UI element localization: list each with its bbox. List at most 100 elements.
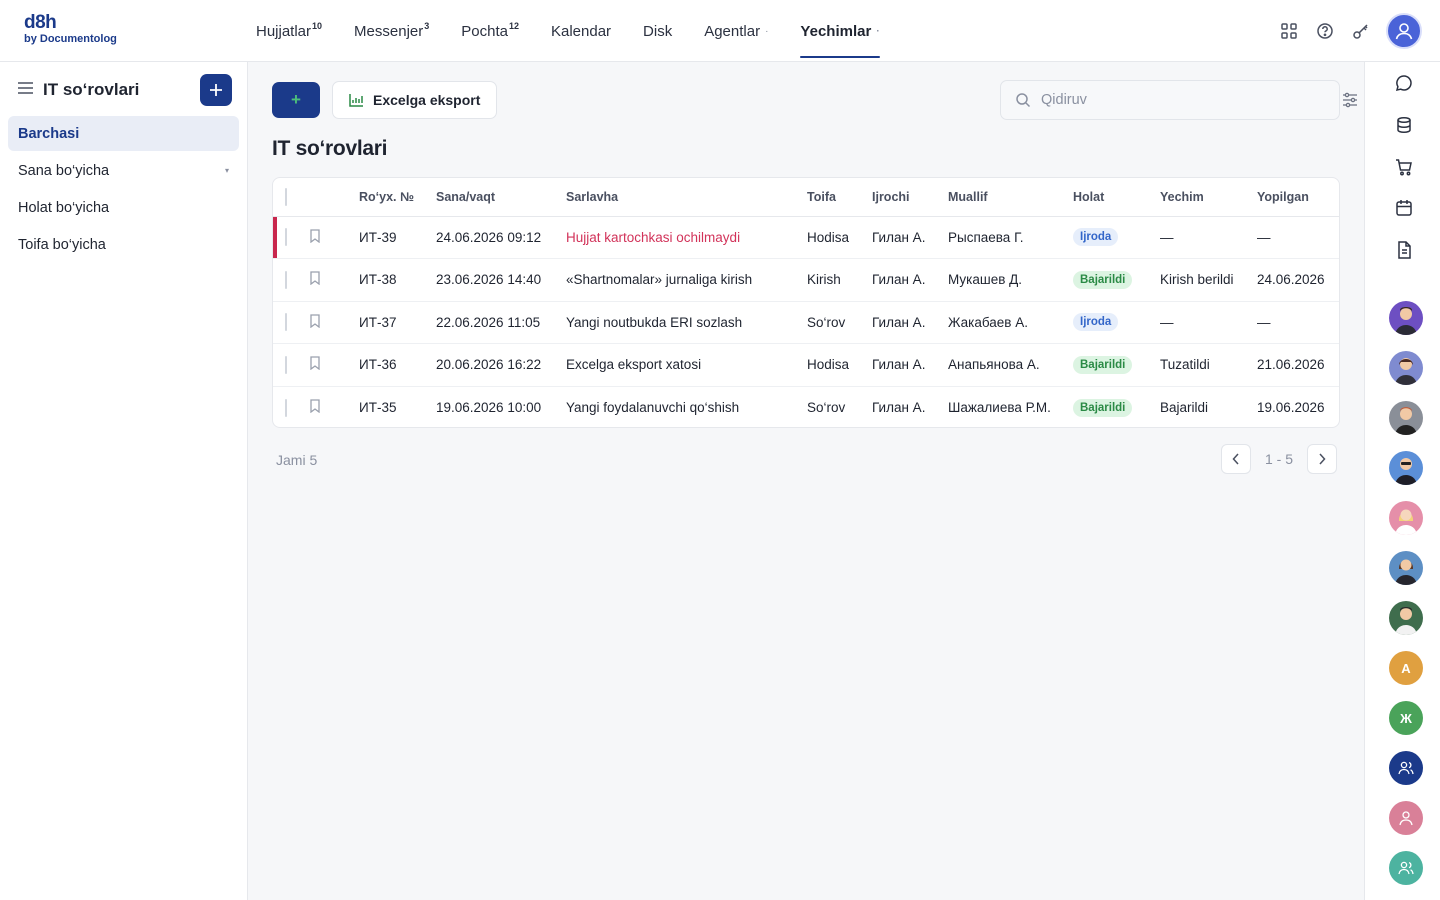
column-header[interactable]: Ro‘yx. № bbox=[359, 178, 436, 217]
cell-solution: Tuzatildi bbox=[1160, 343, 1257, 387]
row-select-cell[interactable] bbox=[273, 386, 309, 427]
column-header[interactable]: Ijrochi bbox=[872, 178, 948, 217]
column-header[interactable]: Sana/vaqt bbox=[436, 178, 566, 217]
prev-page-button[interactable] bbox=[1221, 444, 1251, 474]
contact-avatar[interactable] bbox=[1389, 501, 1423, 535]
search-icon bbox=[1016, 93, 1031, 108]
cell-number: ИТ-35 bbox=[359, 400, 397, 415]
contact-avatar[interactable] bbox=[1389, 301, 1423, 335]
document-icon[interactable] bbox=[1393, 239, 1415, 261]
search-box bbox=[1000, 80, 1340, 120]
cell-number: ИТ-39 bbox=[359, 216, 436, 259]
table-row[interactable]: ИТ-38 23.06.2026 14:40 «Shartnomalar» ju… bbox=[273, 258, 1339, 302]
row-select-cell[interactable] bbox=[273, 343, 309, 387]
cell-title[interactable]: Hujjat kartochkasi ochilmaydi bbox=[566, 216, 807, 259]
calendar-icon[interactable] bbox=[1393, 197, 1415, 219]
right-rail: А Ж bbox=[1364, 62, 1440, 900]
search-input[interactable] bbox=[1041, 92, 1321, 108]
database-icon[interactable] bbox=[1393, 114, 1415, 136]
chevron-right-icon bbox=[1319, 453, 1326, 465]
menu-icon[interactable] bbox=[18, 81, 33, 99]
column-header[interactable]: Sarlavha bbox=[566, 178, 807, 217]
cell-closed: 21.06.2026 bbox=[1257, 343, 1339, 387]
sidebar-item-holat[interactable]: Holat bo‘yicha bbox=[8, 190, 239, 225]
bookmark-icon[interactable] bbox=[309, 386, 359, 427]
bookmark-icon[interactable] bbox=[309, 216, 359, 259]
table-row[interactable]: ИТ-35 19.06.2026 10:00 Yangi foydalanuvc… bbox=[273, 386, 1339, 427]
cell-number: ИТ-36 bbox=[359, 343, 436, 387]
nav-item-disk[interactable]: Disk bbox=[643, 0, 672, 62]
cell-closed: — bbox=[1257, 301, 1339, 344]
column-header[interactable]: Holat bbox=[1073, 178, 1160, 217]
row-select-cell[interactable] bbox=[273, 258, 309, 302]
nav-badge: 12 bbox=[508, 21, 519, 31]
cell-title[interactable]: Yangi foydalanuvchi qo‘shish bbox=[566, 386, 807, 427]
column-header[interactable]: Toifa bbox=[807, 178, 872, 217]
add-button-label: + bbox=[291, 90, 301, 109]
next-page-button[interactable] bbox=[1307, 444, 1338, 474]
status-badge: Ijroda bbox=[1073, 228, 1119, 247]
sidebar-add-button[interactable] bbox=[200, 74, 232, 106]
bookmark-icon[interactable] bbox=[309, 301, 359, 344]
key-icon[interactable] bbox=[1350, 20, 1372, 42]
contact-avatar[interactable] bbox=[1389, 451, 1423, 485]
apps-grid-icon[interactable] bbox=[1278, 20, 1300, 42]
cell-datetime: 19.06.2026 10:00 bbox=[436, 400, 542, 415]
add-button[interactable]: + bbox=[272, 82, 320, 118]
column-header[interactable]: Muallif bbox=[948, 178, 1073, 217]
column-header[interactable]: Yopilgan bbox=[1257, 178, 1339, 217]
select-all-cell[interactable] bbox=[273, 178, 309, 217]
sidebar-item-barchasi[interactable]: Barchasi bbox=[8, 116, 239, 151]
row-select-cell[interactable] bbox=[273, 216, 309, 259]
cell-title[interactable]: «Shartnomalar» jurnaliga kirish bbox=[566, 258, 807, 302]
logo[interactable]: d8h by Documentolog bbox=[24, 13, 117, 46]
cell-datetime: 22.06.2026 11:05 bbox=[436, 301, 566, 344]
help-icon[interactable] bbox=[1314, 20, 1336, 42]
nav-item-hujjatlar[interactable]: Hujjatlar 10 bbox=[256, 0, 322, 62]
sidebar-item-sana[interactable]: Sana bo‘yicha ▾ bbox=[8, 153, 239, 188]
status-badge: Ijroda bbox=[1073, 313, 1119, 332]
table-row[interactable]: ИТ-37 22.06.2026 11:05 Yangi noutbukda E… bbox=[273, 301, 1339, 344]
cell-title[interactable]: Yangi noutbukda ERI sozlash bbox=[566, 301, 807, 344]
sidebar: IT so‘rovlari Barchasi Sana bo‘yicha ▾ H… bbox=[0, 62, 248, 900]
contact-avatar[interactable] bbox=[1389, 401, 1423, 435]
sidebar-item-toifa[interactable]: Toifa bo‘yicha bbox=[8, 227, 239, 262]
excel-export-button[interactable]: Excelga eksport bbox=[332, 81, 498, 119]
contact-avatar[interactable] bbox=[1389, 601, 1423, 635]
cell-executor: Гилан А. bbox=[872, 343, 948, 387]
contact-avatar[interactable]: Ж bbox=[1389, 701, 1423, 735]
nav-item-yechimlar[interactable]: Yechimlar · bbox=[800, 0, 880, 62]
filter-settings-icon[interactable] bbox=[1342, 92, 1358, 113]
status-badge: Bajarildi bbox=[1073, 398, 1133, 417]
table-row[interactable]: ИТ-36 20.06.2026 16:22 Excelga eksport x… bbox=[273, 343, 1339, 387]
group-avatar[interactable] bbox=[1389, 851, 1423, 885]
contact-avatar[interactable]: А bbox=[1389, 651, 1423, 685]
cell-author: Шажалиева Р.М. bbox=[948, 400, 1051, 415]
group-avatar[interactable] bbox=[1389, 751, 1423, 785]
user-icon bbox=[1399, 811, 1413, 826]
chevron-left-icon bbox=[1232, 453, 1239, 465]
user-avatar[interactable] bbox=[1386, 13, 1422, 49]
cell-title[interactable]: Excelga eksport xatosi bbox=[566, 343, 807, 387]
nav-item-pochta[interactable]: Pochta 12 bbox=[461, 0, 519, 62]
nav-label: Messenjer bbox=[354, 22, 424, 40]
nav-item-messenjer[interactable]: Messenjer 3 bbox=[354, 0, 429, 62]
status-badge: Bajarildi bbox=[1073, 270, 1133, 289]
chat-icon[interactable] bbox=[1393, 72, 1415, 94]
table-row[interactable]: ИТ-39 24.06.2026 09:12 Hujjat kartochkas… bbox=[273, 216, 1339, 259]
row-select-cell[interactable] bbox=[273, 301, 309, 344]
cell-executor: Гилан А. bbox=[872, 258, 948, 302]
column-header[interactable]: Yechim bbox=[1160, 178, 1257, 217]
cell-closed: 19.06.2026 bbox=[1257, 400, 1325, 415]
contact-avatar[interactable] bbox=[1389, 351, 1423, 385]
status-badge: Bajarildi bbox=[1073, 355, 1133, 374]
cart-icon[interactable] bbox=[1393, 156, 1415, 178]
nav-label: Pochta bbox=[461, 22, 508, 40]
bookmark-icon[interactable] bbox=[309, 258, 359, 302]
group-avatar[interactable] bbox=[1389, 801, 1423, 835]
nav-item-kalendar[interactable]: Kalendar bbox=[551, 0, 611, 62]
bookmark-icon[interactable] bbox=[309, 343, 359, 387]
contact-avatar[interactable] bbox=[1389, 551, 1423, 585]
nav-item-agentlar[interactable]: Agentlar · bbox=[704, 0, 768, 62]
cell-number: ИТ-37 bbox=[359, 301, 436, 344]
